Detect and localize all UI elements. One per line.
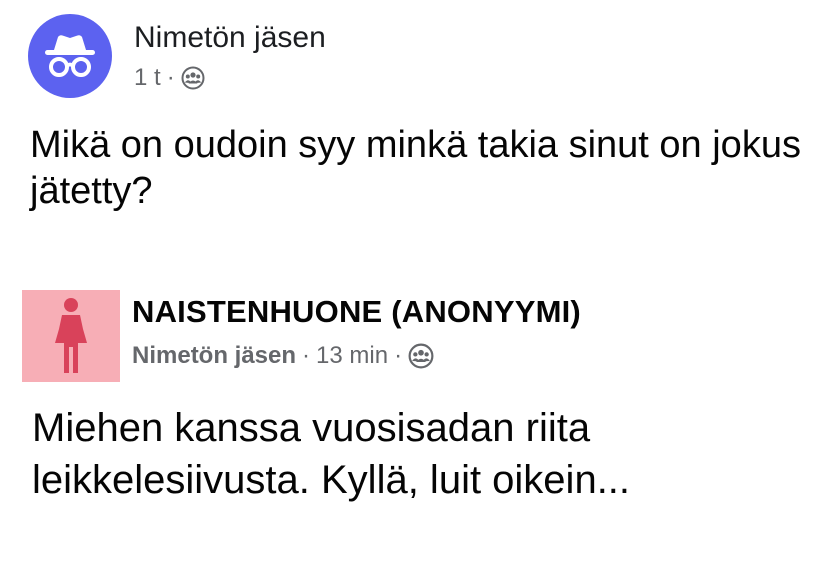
post-header: Nimetön jäsen 1 t · <box>28 14 326 98</box>
shared-post-timestamp[interactable]: 13 min <box>316 342 388 370</box>
group-audience-icon[interactable] <box>181 66 205 90</box>
separator-dot: · <box>302 342 311 369</box>
post-author[interactable]: Nimetön jäsen <box>134 20 326 56</box>
shared-post-subline: Nimetön jäsen · 13 min · <box>132 342 581 370</box>
woman-figure-icon <box>55 298 87 373</box>
post-subline: 1 t · <box>134 64 326 92</box>
page: Nimetön jäsen 1 t · Mikä on oudoin syy m… <box>0 0 840 574</box>
shared-post-author[interactable]: Nimetön jäsen <box>132 342 296 370</box>
shared-post-header: NAISTENHUONE (ANONYYMI) Nimetön jäsen · … <box>22 290 581 382</box>
group-audience-icon[interactable] <box>408 343 434 369</box>
group-avatar[interactable] <box>22 290 120 382</box>
shared-post-text: Miehen kanssa vuosisadan riita leikkeles… <box>32 406 631 502</box>
post-timestamp[interactable]: 1 t <box>134 64 161 92</box>
post-meta: Nimetön jäsen 1 t · <box>134 20 326 92</box>
post-text: Mikä on oudoin syy minkä takia sinut on … <box>30 124 801 212</box>
shared-post-meta: NAISTENHUONE (ANONYYMI) Nimetön jäsen · … <box>132 294 581 370</box>
separator-dot: · <box>394 342 403 369</box>
anonymous-avatar[interactable] <box>28 14 112 98</box>
incognito-icon <box>45 35 95 77</box>
group-name[interactable]: NAISTENHUONE (ANONYYMI) <box>132 294 581 330</box>
separator-dot: · <box>166 64 175 91</box>
